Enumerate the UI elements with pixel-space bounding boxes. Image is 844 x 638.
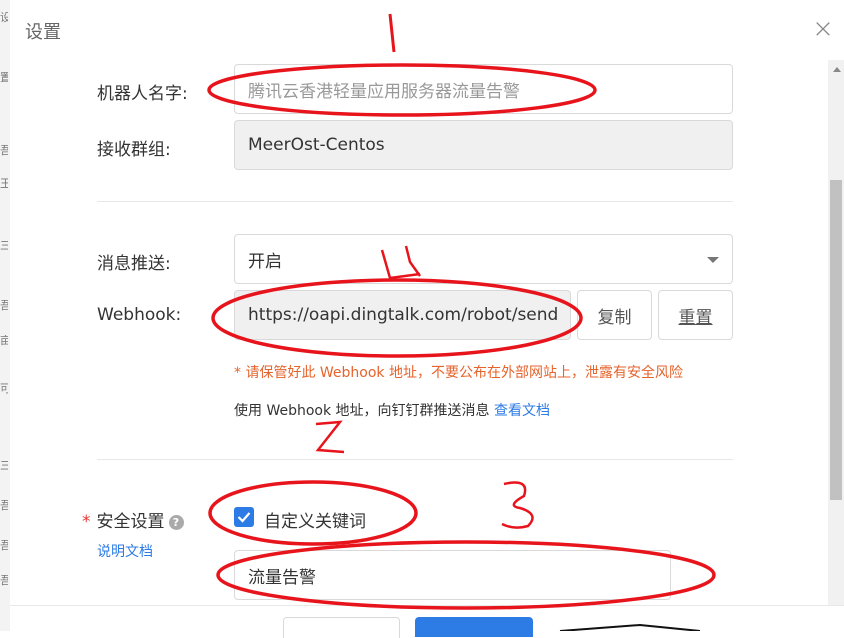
background-char: 三 — [0, 240, 8, 252]
dialog-header: 设置 × — [10, 0, 844, 60]
background-char: 吾 — [0, 300, 8, 312]
background-char: 王 — [0, 178, 8, 190]
webhook-label: Webhook: — [97, 305, 182, 325]
required-mark: * — [82, 512, 91, 532]
group-value: MeerOst-Centos — [248, 135, 385, 155]
section-divider — [97, 201, 733, 202]
scroll-up-arrow-icon[interactable] — [833, 67, 841, 72]
help-icon[interactable]: ? — [168, 514, 184, 530]
security-docs-link[interactable]: 说明文档 — [97, 541, 153, 561]
group-label: 接收群组: — [97, 140, 171, 160]
robot-name-label: 机器人名字: — [97, 84, 188, 104]
robot-name-value: 腾讯云香港轻量应用服务器流量告警 — [248, 81, 520, 102]
security-label: 安全设置 — [96, 512, 165, 532]
cancel-button[interactable] — [283, 617, 400, 638]
webhook-hint-text: 使用 Webhook 地址，向钉钉群推送消息 — [234, 403, 490, 419]
webhook-hint: 使用 Webhook 地址，向钉钉群推送消息 查看文档 — [234, 400, 550, 420]
keyword-input[interactable]: 流量告警 — [234, 550, 671, 600]
background-char: 吾 — [0, 500, 8, 512]
settings-dialog: 设置 × 机器人名字: 腾讯云香港轻量应用服务器流量告警 接收群组: MeerO… — [10, 0, 844, 638]
security-label-row: * 安全设置? — [82, 507, 184, 532]
background-char: 吾 — [0, 575, 8, 587]
background-char: 三 — [0, 460, 8, 472]
background-char: 吾 — [0, 540, 8, 552]
webhook-field[interactable]: https://oapi.dingtalk.com/robot/send — [234, 290, 571, 340]
docs-link[interactable]: 查看文档 — [494, 403, 550, 419]
chevron-down-icon[interactable] — [707, 257, 719, 263]
keyword-value: 流量告警 — [248, 567, 316, 588]
group-field: MeerOst-Centos — [234, 120, 733, 170]
section-divider — [97, 459, 733, 460]
reset-button[interactable]: 重置 — [658, 290, 733, 340]
background-char: 吾 — [0, 145, 8, 157]
webhook-value: https://oapi.dingtalk.com/robot/send — [248, 305, 559, 325]
copy-button[interactable]: 复制 — [577, 290, 652, 340]
push-select[interactable]: 开启 — [234, 234, 733, 284]
webhook-warning: * 请保管好此 Webhook 地址，不要公布在外部网站上，泄露有安全风险 — [234, 365, 683, 381]
background-char: 置 — [0, 72, 8, 84]
keyword-checkbox[interactable] — [234, 507, 254, 527]
dialog-title: 设置 — [25, 22, 61, 43]
keyword-checkbox-label[interactable]: 自定义关键词 — [264, 507, 366, 532]
robot-name-input[interactable]: 腾讯云香港轻量应用服务器流量告警 — [234, 64, 733, 114]
close-icon[interactable]: × — [812, 16, 834, 42]
push-value: 开启 — [248, 251, 282, 272]
background-char: 设 — [0, 12, 8, 24]
push-label: 消息推送: — [97, 254, 171, 274]
confirm-button[interactable] — [415, 617, 533, 637]
background-page-strip — [0, 0, 10, 631]
background-char: 可 — [0, 383, 8, 395]
checkmark-icon — [237, 512, 251, 523]
scrollbar-thumb[interactable] — [830, 180, 842, 500]
background-char: 亩 — [0, 335, 8, 347]
